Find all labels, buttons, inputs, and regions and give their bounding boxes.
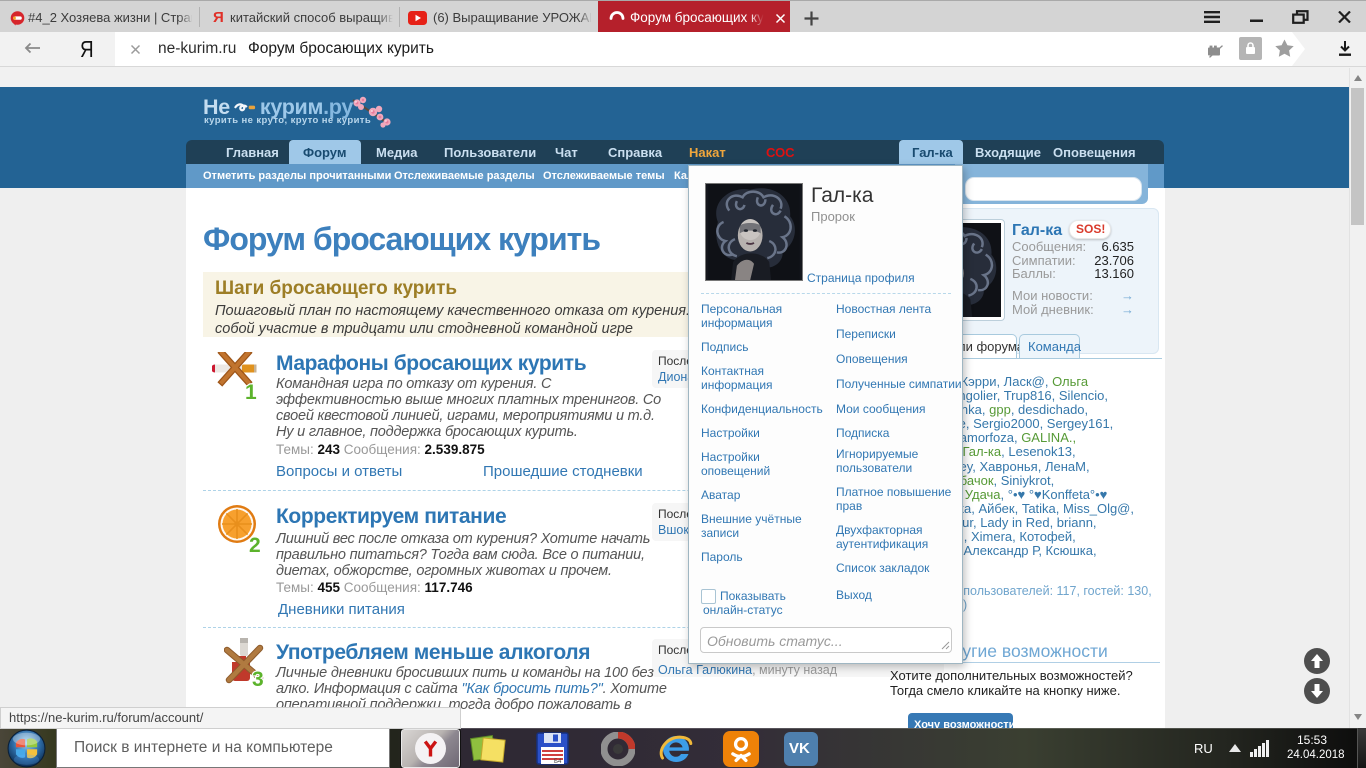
svg-text:2: 2 — [249, 534, 261, 554]
svg-text:Б4: Б4 — [554, 759, 562, 765]
svg-text:1: 1 — [245, 381, 257, 400]
svg-text:3: 3 — [252, 668, 264, 686]
